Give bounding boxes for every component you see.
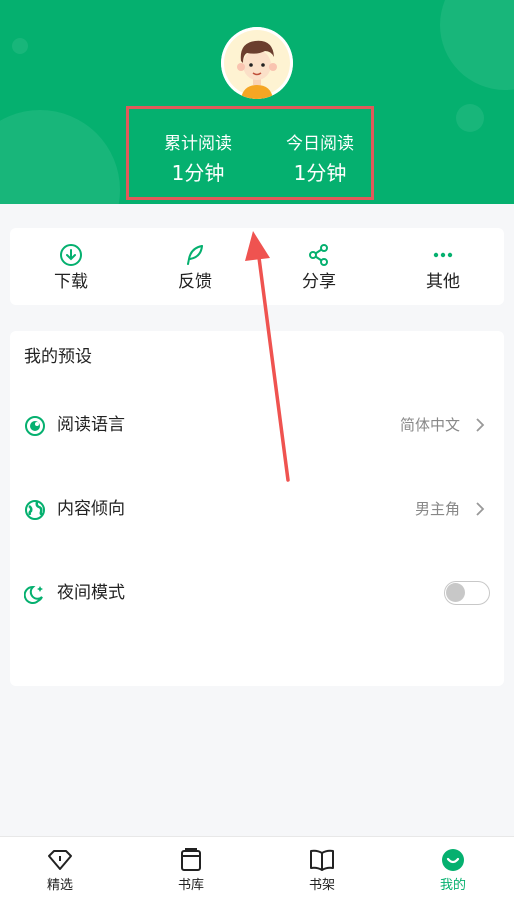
tab-mine-label: 我的 [439, 878, 466, 893]
smile-icon [442, 849, 464, 871]
library-icon [181, 848, 201, 871]
book-icon [310, 849, 334, 871]
content-preference-value: 男主角 [414, 500, 460, 518]
total-reading-label: 累计阅读 [164, 134, 232, 154]
download-label: 下载 [54, 272, 88, 292]
night-mode-label: 夜间模式 [57, 583, 125, 603]
chevron-right-icon [476, 502, 485, 516]
decor-bubble [0, 110, 120, 204]
quick-actions-card: 下载 反馈 分享 其他 [10, 228, 504, 305]
feedback-label: 反馈 [178, 272, 212, 292]
preferences-title: 我的预设 [24, 347, 92, 367]
more-icon [433, 252, 453, 258]
toggle-knob [446, 583, 465, 602]
download-icon [60, 244, 82, 266]
preferences-card: 我的预设 阅读语言 简体中文 内容倾向 男主角 夜间模式 [10, 331, 504, 686]
bottom-tab-bar: 精选 书库 书架 我的 [0, 836, 514, 903]
diamond-icon [48, 850, 72, 870]
night-mode-toggle[interactable] [444, 581, 490, 605]
tab-library-label: 书库 [177, 878, 204, 893]
decor-bubble [440, 0, 514, 90]
more-label: 其他 [426, 272, 460, 292]
more-button[interactable]: 其他 [403, 242, 483, 294]
language-icon [25, 416, 45, 436]
decor-bubble [12, 38, 28, 54]
content-preference-row[interactable]: 内容倾向 男主角 [10, 489, 504, 529]
download-button[interactable]: 下载 [31, 242, 111, 294]
tab-featured-label: 精选 [46, 878, 73, 893]
share-label: 分享 [302, 272, 336, 292]
tab-mine[interactable]: 我的 [408, 847, 498, 895]
today-reading-value: 1分钟 [293, 161, 347, 185]
total-reading-value: 1分钟 [171, 161, 225, 185]
today-reading-label: 今日阅读 [286, 134, 354, 154]
feedback-button[interactable]: 反馈 [155, 242, 235, 294]
tab-featured[interactable]: 精选 [15, 847, 105, 895]
profile-header: 累计阅读 1分钟 今日阅读 1分钟 [0, 0, 514, 204]
tab-bookshelf[interactable]: 书架 [277, 847, 367, 895]
reading-language-label: 阅读语言 [57, 415, 125, 435]
reading-stats-highlight: 累计阅读 1分钟 今日阅读 1分钟 [126, 106, 374, 200]
today-reading-stat: 今日阅读 1分钟 [265, 133, 375, 188]
tab-library[interactable]: 书库 [146, 847, 236, 895]
total-reading-stat: 累计阅读 1分钟 [143, 133, 253, 188]
reading-language-value: 简体中文 [399, 416, 460, 434]
decor-bubble [456, 104, 484, 132]
feather-icon [187, 245, 203, 265]
content-preference-label: 内容倾向 [57, 499, 125, 519]
share-icon [309, 244, 328, 266]
moon-icon [24, 585, 43, 604]
tab-bookshelf-label: 书架 [308, 878, 335, 893]
reading-language-row[interactable]: 阅读语言 简体中文 [10, 405, 504, 445]
globe-icon [25, 500, 45, 520]
boy-avatar-icon [221, 27, 293, 99]
share-button[interactable]: 分享 [279, 242, 359, 294]
night-mode-row: 夜间模式 [10, 573, 504, 613]
chevron-right-icon [476, 418, 485, 432]
user-avatar[interactable] [221, 27, 293, 99]
